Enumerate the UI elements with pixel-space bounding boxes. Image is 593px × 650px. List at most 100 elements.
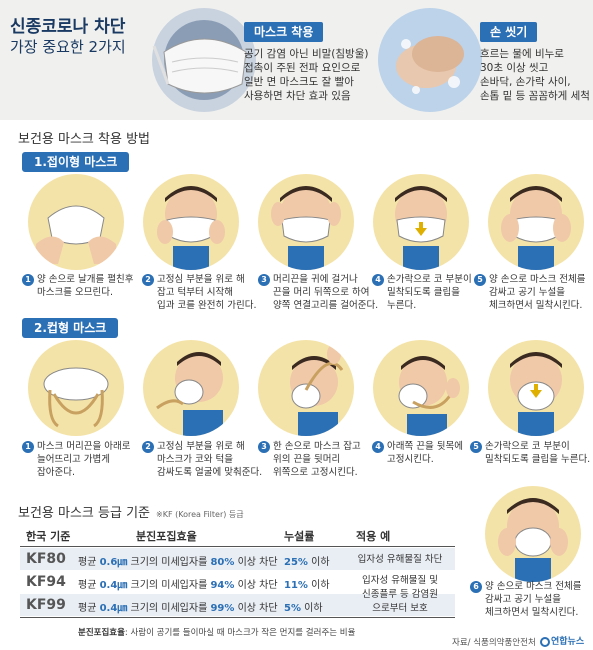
leak-suffix: 이하 [307, 557, 330, 568]
leak-suffix: 이하 [300, 603, 323, 614]
step-text: 체크하면서 밀착시킨다. [489, 300, 583, 311]
cup-step-2: 2 고정심 부분을 위로 해 마스크가 코와 턱을 감싸도록 얼굴에 맞춰준다. [142, 440, 262, 479]
cup-step-1: 1 마스크 머리끈을 아래로 늘어뜨리고 가볍게 잡아준다. [22, 440, 130, 479]
foldable-step3-illustration [258, 174, 354, 270]
foldable-step2-illustration [143, 174, 239, 270]
usage-line: 신종플루 등 감염원 [362, 589, 438, 600]
leak-value: 5% [284, 603, 301, 614]
eff-pct: 80% [210, 557, 235, 568]
hand-info-line: 손톱 밑 등 꼼꼼하게 세척 [480, 90, 590, 102]
hand-washing-info: 흐르는 물에 비누로 30초 이상 씻고 손바닥, 손가락 사이, 손톱 밑 등… [480, 47, 590, 103]
usage-kf80: 입자성 유해물질 차단 [357, 554, 443, 565]
hand-washing-badge: 손 씻기 [480, 22, 538, 42]
leak-value: 11% [284, 580, 308, 591]
step-text: 아래쪽 끈을 뒷목에 [387, 441, 463, 452]
eff-size: 0.4㎛ [99, 580, 128, 591]
step-text: 잡아준다. [37, 467, 75, 478]
logo-text: 연합뉴스 [551, 637, 585, 647]
hand-info-line: 30초 이상 씻고 [480, 62, 549, 74]
step-text: 밀착되도록 클립을 누른다. [485, 454, 591, 465]
main-title-line2: 가장 중요한 2가지 [10, 38, 126, 56]
mask-wearing-info: 공기 감염 아닌 비말(침방울) 접촉이 주된 전파 요인으로 일반 면 마스크… [244, 47, 368, 103]
step-text: 양 손으로 마스크 전체를 [485, 581, 582, 592]
step-text: 늘어뜨리고 가볍게 [37, 454, 110, 465]
yonhap-logo: 연합뉴스 [540, 634, 584, 647]
step-text: 감싸고 공기 누설을 [485, 594, 561, 605]
step-text: 고정시킨다. [387, 454, 434, 465]
eff-text: 평균 [78, 603, 100, 614]
step-number: 5 [474, 273, 486, 286]
eff-pct: 94% [210, 580, 235, 591]
header-usage: 적용 예 [356, 530, 391, 543]
usage-line: 입자성 유해물질 및 [362, 575, 438, 586]
step-text: 위쪽으로 고정시킨다. [273, 467, 358, 478]
kf99-leak: 5% 이하 [284, 599, 323, 614]
step-number: 2 [142, 273, 154, 286]
eff-text: 크기의 미세입자를 [127, 557, 211, 568]
method-title: 보건용 마스크 착용 방법 [18, 132, 150, 147]
eff-text: 이상 차단 [234, 603, 278, 614]
cup-step5-illustration [488, 340, 584, 436]
eff-text: 크기의 미세입자를 [127, 603, 211, 614]
mask-info-line: 사용하면 차단 효과 있음 [244, 90, 351, 102]
eff-size: 0.4㎛ [99, 603, 128, 614]
mask-info-line: 공기 감염 아닌 비말(침방울) [244, 48, 369, 60]
step-number: 4 [372, 440, 384, 453]
grades-title-row: 보건용 마스크 등급 기준 ※KF (Korea Filter) 등급 [18, 502, 244, 521]
cup-step-3: 3한 손으로 마스크 잡고 위의 끈을 뒷머리 위쪽으로 고정시킨다. [258, 440, 361, 479]
foldable-step1-illustration [28, 174, 124, 270]
footnote: 분진포집효율: 사람이 공기를 들이마실 때 마스크가 작은 먼지를 걸러주는 … [78, 626, 355, 638]
step-text: 끈을 머리 뒤쪽으로 하여 [273, 287, 370, 298]
kf-note: ※KF (Korea Filter) 등급 [156, 510, 244, 519]
foldable-step5-illustration [488, 174, 584, 270]
leak-suffix: 이하 [307, 580, 330, 591]
cup-step-4: 4 아래쪽 끈을 뒷목에 고정시킨다. [372, 440, 463, 466]
eff-text: 이상 차단 [234, 580, 278, 591]
header-korean-standard: 한국 기준 [26, 530, 71, 543]
step-number: 1 [22, 273, 34, 286]
kf94-efficiency: 평균 0.4㎛ 크기의 미세입자를 94% 이상 차단 [78, 576, 278, 591]
step-text: 양 손으로 마스크 전체를 [489, 274, 586, 285]
hand-info-line: 손바닥, 손가락 사이, [480, 76, 571, 88]
step-text: 입과 코를 완전히 가린다. [157, 300, 257, 311]
step-text: 마스크를 오므린다. [37, 287, 113, 298]
hand-washing-photo [378, 8, 482, 112]
foldable-step-1: 1양 손으로 날개를 펼친후 마스크를 오므린다. [22, 273, 133, 299]
step-text: 마스크가 코와 턱을 [157, 454, 233, 465]
grades-title: 보건용 마스크 등급 기준 [18, 506, 150, 521]
foldable-step-3: 3 머리끈을 귀에 걸거나 끈을 머리 뒤쪽으로 하여 양쪽 연결고리를 걸어준다… [258, 273, 378, 312]
usage-kf94-kf99: 입자성 유해물질 및 신종플루 등 감염원 으로부터 보호 [345, 574, 455, 616]
cup-step1-illustration [28, 340, 124, 436]
step-text: 감싸고 공기 누설을 [489, 287, 565, 298]
cup-step-6: 6양 손으로 마스크 전체를 감싸고 공기 누설을 체크하면서 밀착시킨다. [470, 580, 581, 619]
kf80-label: KF80 [26, 551, 66, 567]
leak-value: 25% [284, 557, 308, 568]
mask-info-line: 일반 면 마스크도 잘 빨아 [244, 76, 354, 88]
step-number: 1 [22, 440, 34, 453]
step-text: 누른다. [387, 300, 417, 311]
eff-pct: 99% [210, 603, 235, 614]
kf94-leak: 11% 이하 [284, 576, 330, 591]
step-text: 양 손으로 날개를 펼친후 [37, 274, 134, 285]
foldable-step-4: 4 손가락으로 코 부분이 밀착되도록 클립을 누른다. [372, 273, 472, 312]
table-top-rule [20, 546, 455, 547]
step-text: 고정심 부분을 위로 해 [157, 441, 245, 452]
foldable-mask-label: 1.접이형 마스크 [22, 152, 130, 172]
kf80-leak: 25% 이하 [284, 553, 330, 568]
footnote-label: 분진포집효율 [78, 628, 125, 638]
kf99-efficiency: 평균 0.4㎛ 크기의 미세입자를 99% 이상 차단 [78, 599, 278, 614]
top-banner: 신종코로나 차단 가장 중요한 2가지 마스크 착용 공기 감염 아닌 비말(침… [0, 0, 593, 120]
header-leak-rate: 누설률 [284, 530, 315, 543]
cup-step3-illustration [258, 340, 354, 436]
mask-info-line: 접촉이 주된 전파 요인으로 [244, 62, 361, 74]
eff-text: 평균 [78, 557, 100, 568]
step-number: 3 [258, 440, 270, 453]
cup-mask-label: 2.컵형 마스크 [22, 318, 119, 338]
step-text: 감싸도록 얼굴에 맞춰준다. [157, 467, 263, 478]
step-text: 고정심 부분을 위로 해 [157, 274, 245, 285]
header-efficiency: 분진포집효율 [136, 530, 197, 543]
eff-text: 이상 차단 [234, 557, 278, 568]
foldable-step4-illustration [373, 174, 469, 270]
step-text: 손가락으로 코 부분이 [387, 274, 472, 285]
source-credit: 자료/ 식품의약품안전처 [452, 638, 536, 648]
